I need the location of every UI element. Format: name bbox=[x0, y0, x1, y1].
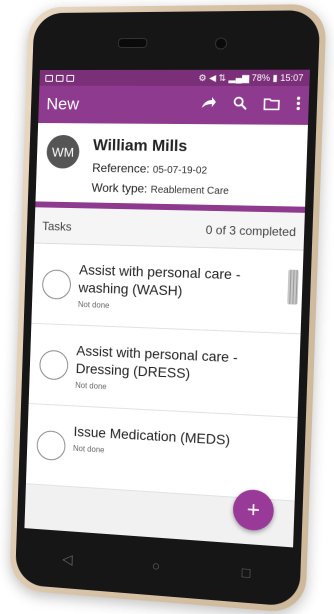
app-bar-actions bbox=[200, 96, 301, 115]
task-checkbox[interactable] bbox=[38, 349, 69, 381]
recents-icon[interactable]: □ bbox=[241, 564, 250, 581]
task-text: Assist with personal care - washing (WAS… bbox=[78, 261, 289, 317]
phone-bezel: ⚙ ◀ ⇅ ▂▄▆ 78% ▮ 15:07 New WM William Mil… bbox=[14, 10, 321, 608]
more-vert-icon[interactable] bbox=[296, 96, 301, 114]
app-bar-title: New bbox=[46, 94, 80, 114]
app-screen: ⚙ ◀ ⇅ ▂▄▆ 78% ▮ 15:07 New WM William Mil… bbox=[24, 69, 310, 548]
client-name: William Mills bbox=[92, 137, 188, 156]
task-item[interactable]: Issue Medication (MEDS) Not done bbox=[25, 404, 298, 502]
task-checkbox[interactable] bbox=[41, 269, 72, 300]
front-camera bbox=[214, 37, 228, 50]
phone-frame: ⚙ ◀ ⇅ ▂▄▆ 78% ▮ 15:07 New WM William Mil… bbox=[9, 3, 327, 614]
avatar: WM bbox=[46, 134, 80, 169]
share-icon[interactable] bbox=[200, 96, 217, 114]
reference-value: 05-07-19-02 bbox=[152, 164, 208, 177]
app-bar: New bbox=[38, 85, 310, 125]
task-name: Assist with personal care - washing (WAS… bbox=[78, 261, 241, 299]
scrollbar-thumb[interactable] bbox=[287, 269, 299, 305]
task-item[interactable]: Assist with personal care - Dressing (DR… bbox=[28, 323, 301, 419]
back-icon[interactable]: ◁ bbox=[62, 550, 73, 567]
status-bar: ⚙ ◀ ⇅ ▂▄▆ 78% ▮ 15:07 bbox=[39, 69, 310, 87]
task-text: Issue Medication (MEDS) Not done bbox=[73, 422, 283, 465]
reference-row: Reference: 05-07-19-02 bbox=[92, 161, 296, 178]
earpiece-speaker bbox=[117, 37, 148, 49]
task-text: Assist with personal care - Dressing (DR… bbox=[75, 341, 286, 400]
notification-icon bbox=[66, 74, 75, 82]
worktype-row: Work type: Reablement Care bbox=[91, 181, 295, 199]
folder-icon[interactable] bbox=[263, 97, 280, 114]
notification-icon bbox=[45, 74, 54, 82]
notification-icon bbox=[55, 74, 64, 82]
task-checkbox[interactable] bbox=[36, 429, 66, 462]
status-notification-icons bbox=[45, 74, 75, 82]
client-header: WM William Mills Reference: 05-07-19-02 … bbox=[35, 122, 308, 213]
task-item[interactable]: Assist with personal care - washing (WAS… bbox=[31, 243, 304, 335]
worktype-value: Reablement Care bbox=[150, 184, 229, 198]
tasks-label: Tasks bbox=[42, 219, 72, 234]
task-status: Not done bbox=[77, 299, 110, 311]
status-right: ⚙ ◀ ⇅ ▂▄▆ 78% ▮ 15:07 bbox=[198, 72, 304, 83]
tasks-summary: 0 of 3 completed bbox=[205, 222, 297, 240]
search-icon[interactable] bbox=[233, 96, 248, 114]
task-name: Assist with personal care - Dressing (DR… bbox=[75, 342, 239, 382]
reference-label: Reference: bbox=[92, 160, 150, 176]
home-icon[interactable]: ○ bbox=[152, 557, 161, 574]
worktype-label: Work type: bbox=[91, 180, 148, 196]
